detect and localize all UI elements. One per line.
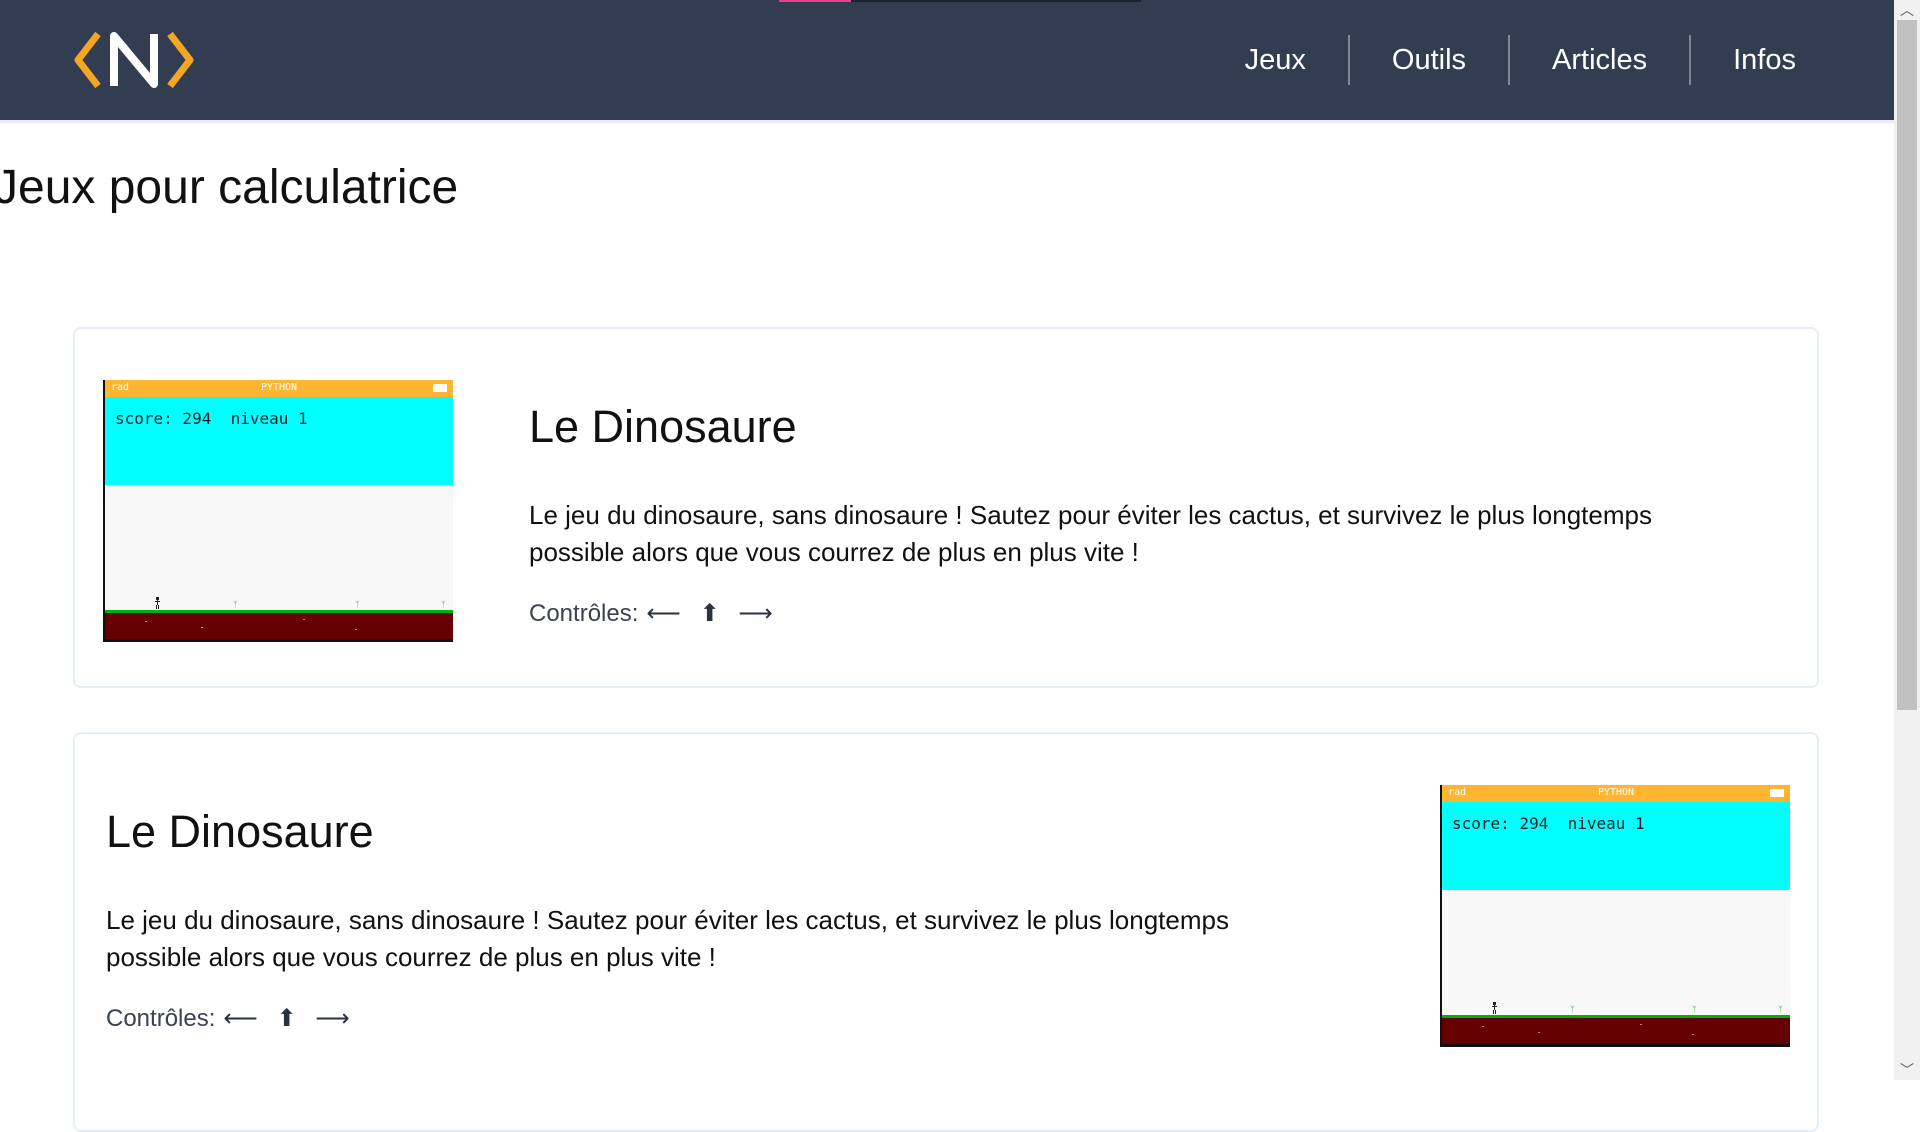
nav-infos[interactable]: Infos bbox=[1691, 35, 1838, 85]
nav-articles[interactable]: Articles bbox=[1510, 35, 1689, 85]
game-screenshot[interactable]: rad PYTHON score: 294 niveau 1 ᛉ ᛉ ᛉ bbox=[1440, 785, 1790, 1047]
header-shadow bbox=[0, 120, 1894, 123]
game-sky: score: 294 niveau 1 bbox=[1442, 802, 1790, 890]
runner-sprite bbox=[155, 597, 160, 609]
game-screenshot[interactable]: rad PYTHON score: 294 niveau 1 ᛉ ᛉ ᛉ bbox=[103, 380, 453, 642]
runner-sprite bbox=[1492, 1002, 1497, 1014]
game-title[interactable]: Le Dinosaure bbox=[529, 401, 797, 453]
cactus-sprite: ᛉ bbox=[1778, 1005, 1783, 1014]
ground-pebble bbox=[201, 627, 203, 628]
scrollbar-thumb[interactable] bbox=[1897, 20, 1917, 710]
ground-pebble bbox=[1482, 1026, 1484, 1027]
cactus-sprite: ᛉ bbox=[441, 600, 446, 609]
reading-progress-bar bbox=[779, 0, 1141, 2]
ground-pebble bbox=[355, 629, 357, 630]
controls-label: Contrôles: bbox=[106, 1004, 216, 1032]
site-header: Jeux Outils Articles Infos bbox=[0, 0, 1894, 120]
controls-arrow-icons: ⟵ ⬆ ⟶ bbox=[223, 1005, 356, 1032]
scroll-down-icon[interactable]: ﹀ bbox=[1894, 1060, 1920, 1080]
game-controls: Contrôles: ⟵ ⬆ ⟶ bbox=[529, 599, 779, 628]
nav-jeux[interactable]: Jeux bbox=[1203, 35, 1348, 85]
game-description: Le jeu du dinosaure, sans dinosaure ! Sa… bbox=[106, 905, 1229, 972]
controls-label: Contrôles: bbox=[529, 599, 639, 627]
game-score: score: 294 niveau 1 bbox=[1452, 814, 1645, 833]
ground-pebble bbox=[1538, 1032, 1540, 1033]
game-description: Le jeu du dinosaure, sans dinosaure ! Sa… bbox=[529, 500, 1652, 567]
calculator-status-bar: rad PYTHON bbox=[1442, 785, 1790, 802]
status-app-name: PYTHON bbox=[1597, 787, 1635, 798]
controls-arrow-icons: ⟵ ⬆ ⟶ bbox=[646, 600, 779, 627]
game-card[interactable]: rad PYTHON score: 294 niveau 1 ᛉ ᛉ ᛉ Le … bbox=[73, 327, 1819, 688]
site-logo[interactable] bbox=[74, 28, 194, 92]
nav-outils[interactable]: Outils bbox=[1350, 35, 1508, 85]
battery-icon bbox=[433, 384, 447, 392]
ground-pebble bbox=[145, 621, 147, 622]
game-sky: score: 294 niveau 1 bbox=[105, 397, 453, 485]
game-card[interactable]: Le Dinosaure Le jeu du dinosaure, sans d… bbox=[73, 732, 1819, 1132]
game-ground bbox=[105, 613, 453, 639]
game-controls: Contrôles: ⟵ ⬆ ⟶ bbox=[106, 1004, 356, 1033]
ground-pebble bbox=[1692, 1034, 1694, 1035]
game-score: score: 294 niveau 1 bbox=[115, 409, 308, 428]
status-app-name: PYTHON bbox=[260, 382, 298, 393]
game-playfield: ᛉ ᛉ ᛉ bbox=[1442, 890, 1790, 1015]
game-playfield: ᛉ ᛉ ᛉ bbox=[105, 485, 453, 610]
page-title: Jeux pour calculatrice bbox=[0, 161, 459, 214]
game-title[interactable]: Le Dinosaure bbox=[106, 806, 374, 858]
reading-progress-fill bbox=[779, 0, 852, 2]
ground-pebble bbox=[1640, 1024, 1642, 1025]
cactus-sprite: ᛉ bbox=[1570, 1005, 1575, 1014]
ground-pebble bbox=[303, 619, 305, 620]
scroll-up-icon[interactable]: ︿ bbox=[1894, 0, 1920, 20]
battery-icon bbox=[1770, 789, 1784, 797]
game-ground bbox=[1442, 1018, 1790, 1044]
cactus-sprite: ᛉ bbox=[233, 600, 238, 609]
main-nav: Jeux Outils Articles Infos bbox=[1203, 0, 1838, 120]
cactus-sprite: ᛉ bbox=[355, 600, 360, 609]
cactus-sprite: ᛉ bbox=[1692, 1005, 1697, 1014]
page-scrollbar[interactable]: ︿ ﹀ bbox=[1894, 0, 1920, 1080]
calculator-status-bar: rad PYTHON bbox=[105, 380, 453, 397]
